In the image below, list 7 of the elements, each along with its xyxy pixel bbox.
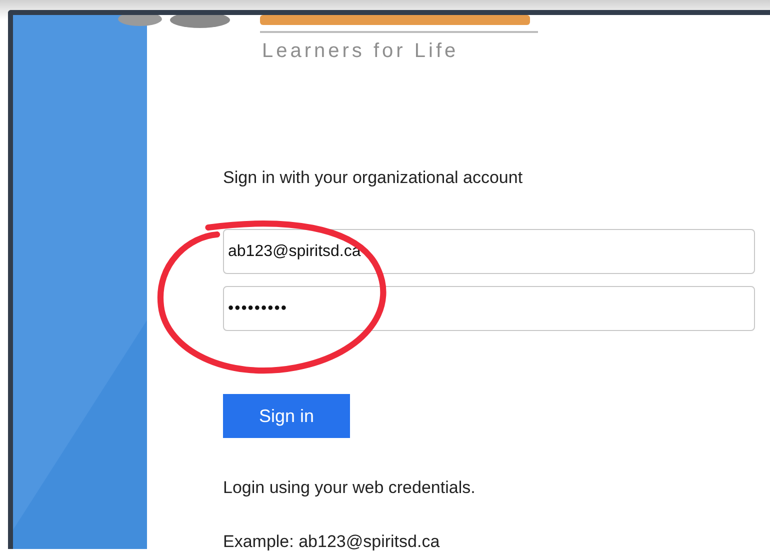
sign-in-heading: Sign in with your organizational account [223, 168, 523, 188]
email-field[interactable]: ab123@spiritsd.ca [223, 229, 755, 274]
password-field[interactable]: ••••••••• [223, 286, 755, 331]
logo-tagline: Learners for Life [262, 40, 460, 63]
sign-in-button[interactable]: Sign in [223, 394, 350, 438]
help-text: Example: ab123@spiritsd.ca [223, 532, 441, 552]
help-text: Login using your web credentials. [223, 478, 476, 498]
